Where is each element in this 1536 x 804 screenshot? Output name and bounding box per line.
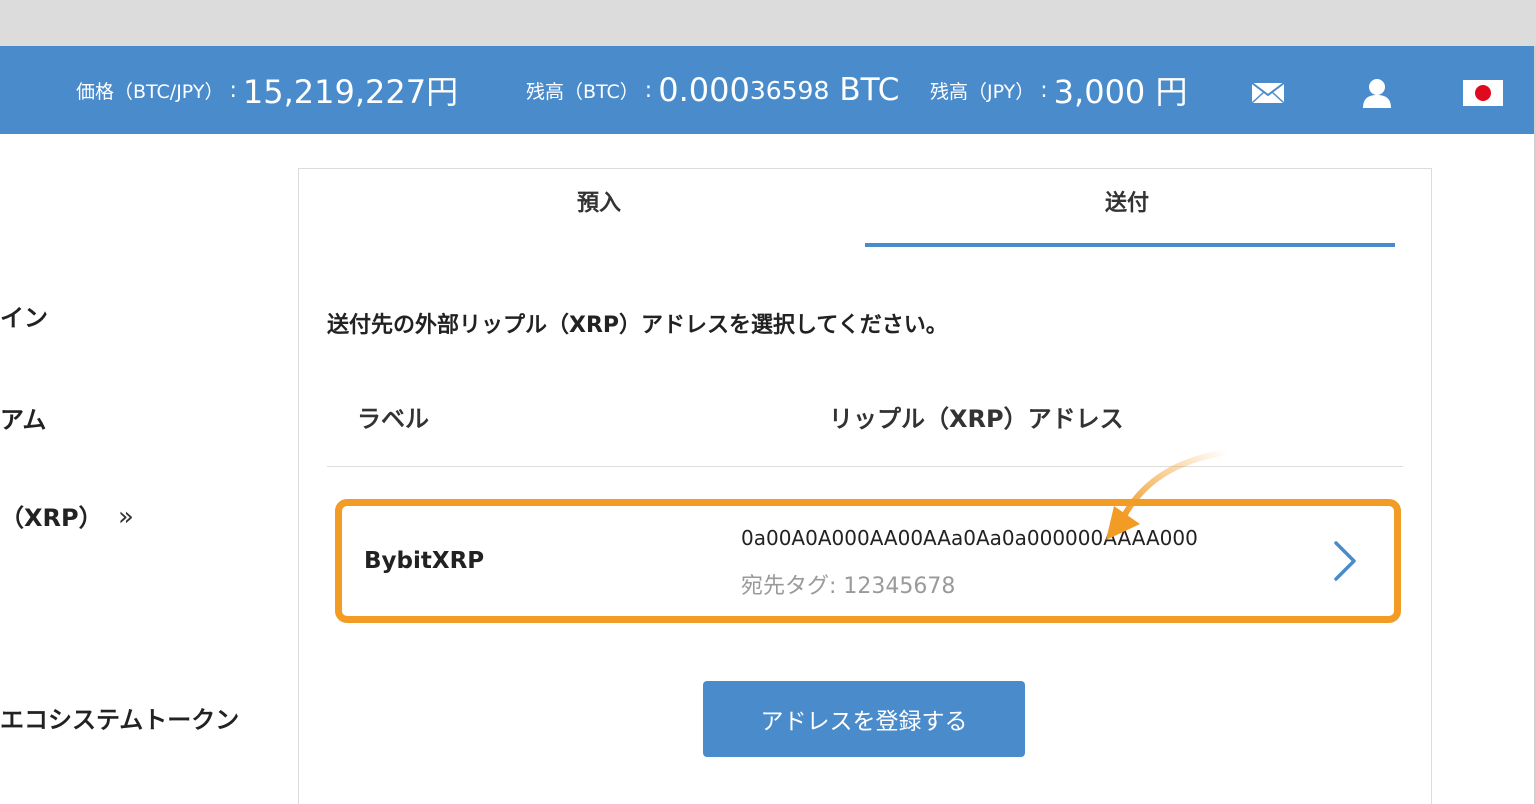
instruction-text: 送付先の外部リップル（XRP）アドレスを選択してください。	[327, 313, 948, 338]
mail-icon[interactable]	[1251, 82, 1285, 104]
jpy-balance-display: 残高（JPY） : 3,000 円	[930, 46, 1187, 134]
btc-balance-unit: BTC	[839, 72, 900, 108]
jpy-balance-label: 残高（JPY）	[930, 80, 1035, 103]
btc-balance-main: 0.000	[658, 71, 750, 109]
top-bar: 価格（BTC/JPY） : 15,219,227円 残高（BTC） : 0.00…	[0, 46, 1534, 134]
app-window: 価格（BTC/JPY） : 15,219,227円 残高（BTC） : 0.00…	[0, 46, 1536, 804]
btc-balance-display: 残高（BTC） : 0.000 36598 BTC	[526, 71, 900, 109]
sidebar-item-ecosystem-token[interactable]: エコシステムトークン	[0, 700, 239, 735]
tab-send[interactable]: 送付	[1105, 185, 1149, 217]
chevron-right-icon[interactable]	[1332, 540, 1358, 582]
transfer-panel: 預入 送付 送付先の外部リップル（XRP）アドレスを選択してください。 ラベル …	[298, 168, 1432, 804]
address-row-highlighted[interactable]: BybitXRP 0a00A0A000AA00AAa0Aa0a000000AAA…	[335, 499, 1401, 623]
jpy-balance-value: 3,000 円	[1053, 73, 1188, 111]
japan-flag-icon[interactable]	[1463, 80, 1503, 106]
price-display: 価格（BTC/JPY） : 15,219,227円	[76, 46, 458, 134]
tab-deposit[interactable]: 預入	[577, 185, 621, 217]
sidebar-item-coin[interactable]: イン	[0, 298, 48, 333]
sidebar-item-ethereum[interactable]: アム	[0, 400, 46, 435]
address-label: BybitXRP	[364, 548, 485, 574]
header-divider	[327, 466, 1403, 467]
price-label: 価格（BTC/JPY）	[76, 80, 224, 103]
column-header-label: ラベル	[357, 405, 429, 433]
column-header-address: リップル（XRP）アドレス	[829, 405, 1124, 433]
user-icon[interactable]	[1361, 78, 1393, 108]
double-chevron-right-icon: »	[118, 502, 134, 532]
destination-tag: 宛先タグ: 12345678	[741, 574, 956, 599]
pointer-arrow-icon	[1106, 450, 1229, 540]
register-address-button[interactable]: アドレスを登録する	[703, 681, 1025, 757]
price-value: 15,219,227円	[242, 73, 459, 111]
btc-balance-label: 残高（BTC）	[526, 80, 639, 103]
sidebar-item-xrp[interactable]: （XRP）	[0, 498, 103, 533]
active-tab-indicator	[865, 243, 1395, 247]
btc-balance-small: 36598	[749, 75, 830, 105]
